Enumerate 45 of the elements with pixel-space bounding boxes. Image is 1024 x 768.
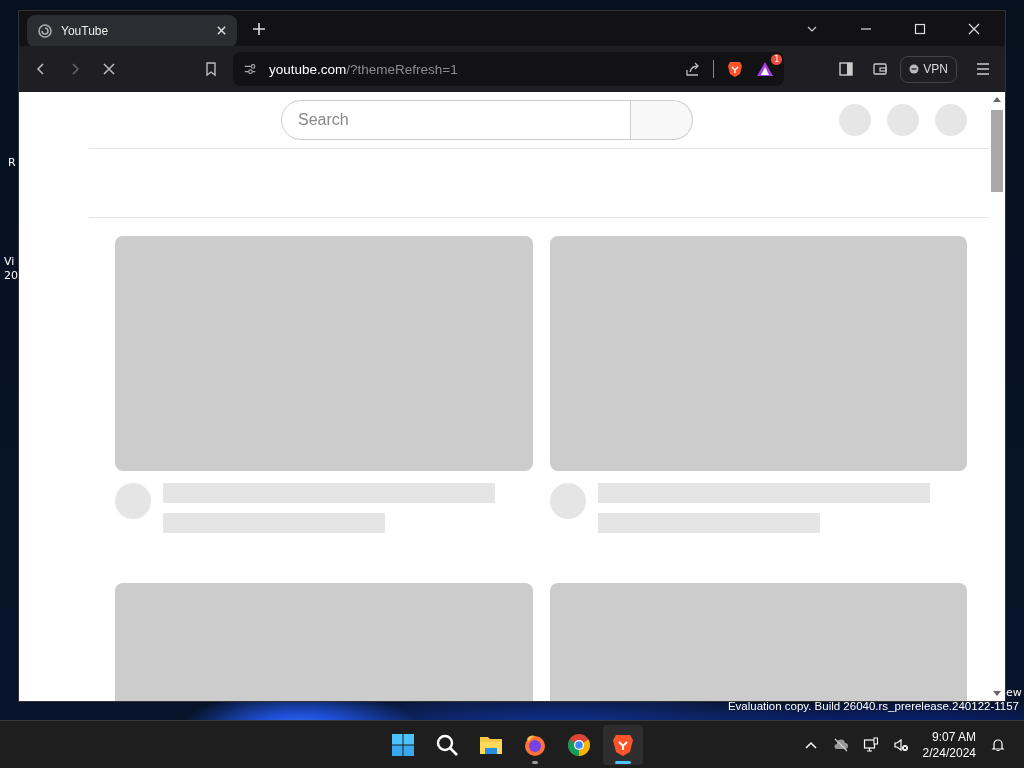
taskbar-app[interactable] xyxy=(603,724,643,765)
scroll-down-icon[interactable] xyxy=(993,691,1001,697)
scroll-up-icon[interactable] xyxy=(993,96,1001,102)
blocked-icon xyxy=(909,64,920,74)
menu-icon[interactable] xyxy=(975,61,991,77)
icon-placeholder xyxy=(839,104,871,136)
address-bar[interactable]: youtube.com/?themeRefresh=1 1 xyxy=(233,52,785,86)
url-text: youtube.com/?themeRefresh=1 xyxy=(269,61,458,77)
round-browser-icon xyxy=(567,732,591,757)
desktop-icon-label[interactable]: ew xyxy=(1006,686,1022,699)
fox-globe-icon xyxy=(523,732,547,757)
site-settings-icon[interactable] xyxy=(243,62,257,76)
clock-time[interactable]: 9:07 AM xyxy=(931,728,976,745)
scrollbar-thumb[interactable] xyxy=(991,110,1003,192)
start-icon xyxy=(391,732,415,757)
lion-shield-icon[interactable] xyxy=(726,60,745,78)
avatar-placeholder xyxy=(115,483,151,519)
speaker-muted-icon[interactable] xyxy=(892,736,909,753)
triangle-icon[interactable] xyxy=(756,60,775,78)
icon-placeholder xyxy=(887,104,919,136)
search-icon xyxy=(435,732,459,757)
close-icon[interactable] xyxy=(968,22,980,35)
icon-placeholder xyxy=(935,104,967,136)
sidebar-icon[interactable] xyxy=(838,61,855,77)
clock-date[interactable]: 2/24/2024 xyxy=(922,744,976,761)
browser-tab[interactable]: YouTube xyxy=(27,14,237,47)
loading-icon xyxy=(37,22,53,39)
cloud-off-icon[interactable] xyxy=(832,736,849,753)
desktop-icon-label[interactable]: R xyxy=(8,156,16,170)
new-tab-icon[interactable] xyxy=(251,20,267,37)
watermark-text: Evaluation copy. Build 26040.rs_prerelease.240122-1157 xyxy=(727,700,1019,712)
wallet-icon[interactable] xyxy=(872,61,889,77)
network-icon[interactable] xyxy=(862,736,879,753)
bookmark-icon[interactable] xyxy=(203,61,219,77)
lion-shield-icon xyxy=(611,732,635,757)
notification-bell-icon[interactable] xyxy=(990,736,1006,753)
search-field[interactable]: Search xyxy=(281,100,631,140)
avatar-placeholder xyxy=(550,483,586,519)
desktop-icon-label[interactable]: Vi 20 xyxy=(4,255,18,283)
vpn-button[interactable]: VPN xyxy=(900,55,957,83)
maximize-icon[interactable] xyxy=(914,22,926,35)
tab-title: YouTube xyxy=(61,23,110,38)
stop-icon[interactable] xyxy=(101,61,117,77)
notification-badge: 1 xyxy=(771,54,783,65)
close-icon[interactable] xyxy=(216,25,227,36)
